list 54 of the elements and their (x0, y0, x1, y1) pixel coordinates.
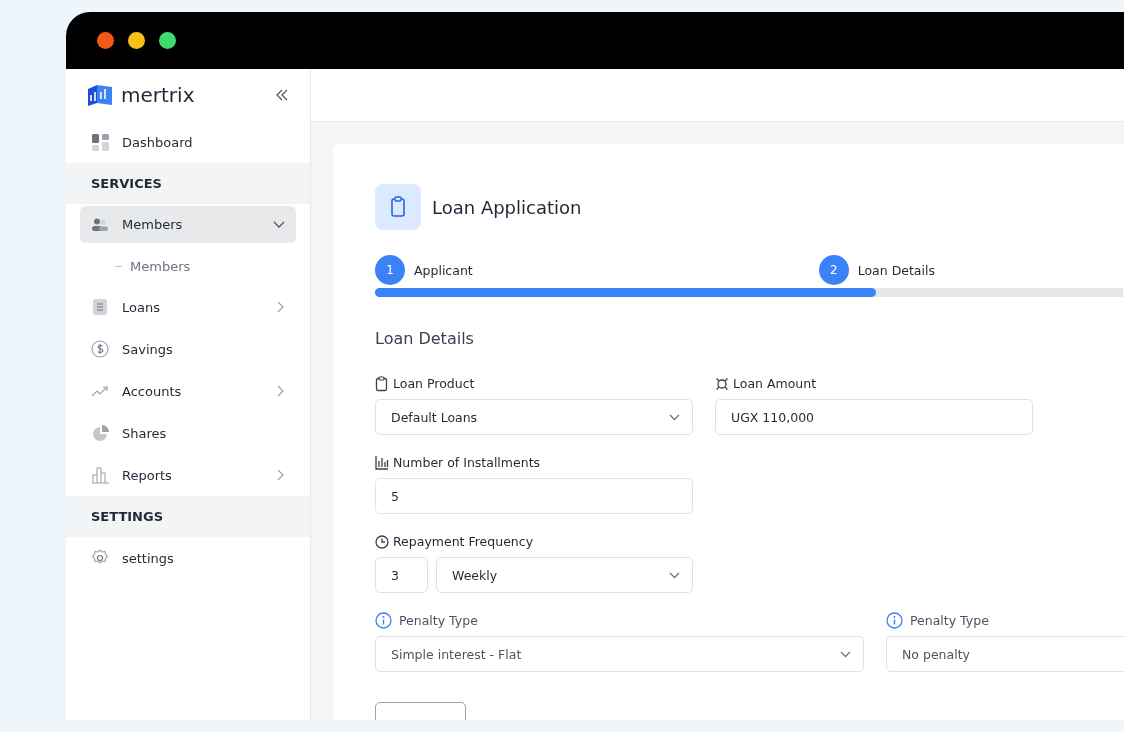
step-number: 2 (818, 255, 849, 285)
chevron-down-icon (669, 571, 680, 579)
chevron-down-icon (840, 650, 851, 658)
nav-item[interactable]: Members (80, 206, 296, 243)
field-label: Loan Amount (733, 376, 817, 391)
document-icon (91, 299, 109, 315)
field-label: Number of Installments (393, 455, 541, 470)
dropdown[interactable]: Weekly (436, 557, 693, 593)
nav-item[interactable]: Loans (80, 286, 296, 328)
brand-name: mertrix (121, 83, 196, 107)
nav-item[interactable]: Shares (80, 412, 296, 454)
chevron-right-icon (277, 385, 285, 397)
bar-chart-icon (91, 466, 109, 484)
section-title: Loan Details (375, 329, 475, 348)
nav-item[interactable]: Dashboard (80, 121, 296, 163)
nav-item[interactable]: Reports (80, 454, 296, 496)
field-label: Penalty Type (910, 613, 989, 628)
clipboard-icon (375, 375, 389, 392)
nav-item[interactable]: Accounts (80, 370, 296, 412)
users-icon (91, 217, 109, 232)
input-field[interactable]: 3 (375, 557, 428, 593)
minimize-dot[interactable] (128, 32, 145, 49)
field-label: Loan Product (393, 376, 475, 391)
dropdown[interactable]: No penalty (886, 636, 1124, 672)
field-label: Repayment Frequency (393, 534, 534, 549)
dollar-circle-icon (91, 340, 109, 358)
clipboard-icon (375, 184, 421, 230)
dashboard-icon (91, 133, 109, 151)
card-title: Loan Application (432, 196, 582, 218)
step-label: Applicant (414, 262, 473, 278)
submenu-item[interactable]: Members (66, 246, 310, 286)
step-label: Loan Details (857, 262, 935, 278)
chevron-right-icon (277, 301, 285, 313)
trend-icon (91, 385, 109, 397)
clock-icon (375, 533, 389, 550)
logo-icon (86, 83, 114, 107)
nav-item[interactable]: Savings (80, 328, 296, 370)
close-dot[interactable] (97, 32, 114, 49)
nav-item[interactable]: settings (80, 537, 296, 579)
collapse-icon (276, 89, 288, 101)
input-field[interactable]: UGX 110,000 (715, 399, 1033, 435)
dropdown[interactable]: Simple interest - Flat (375, 636, 864, 672)
bar-chart-icon (375, 454, 389, 471)
chevron-right-icon (277, 469, 285, 481)
chevron-down-icon (669, 413, 680, 421)
dropdown[interactable]: Default Loans (375, 399, 693, 435)
field-label: Penalty Type (399, 613, 478, 628)
maximize-dot[interactable] (159, 32, 176, 49)
step-number: 1 (375, 255, 405, 285)
section-heading: SERVICES (91, 176, 162, 191)
pie-chart-icon (91, 424, 109, 442)
input-field[interactable]: 5 (375, 478, 693, 514)
chevron-down-icon (273, 220, 285, 229)
section-heading: SETTINGS (91, 509, 164, 524)
